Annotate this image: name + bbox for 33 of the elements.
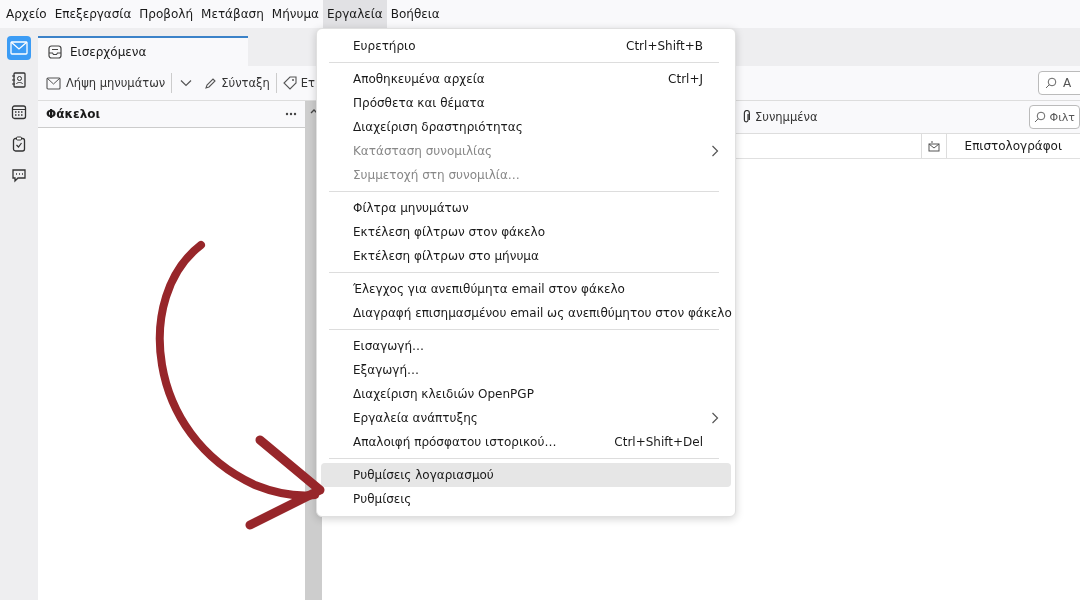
menu-item[interactable]: Ρυθμίσεις λογαριασμού	[321, 463, 731, 487]
compose-button[interactable]: Σύνταξη	[200, 72, 274, 94]
menu-item[interactable]: Απαλοιφή πρόσφατου ιστορικού… Ctrl+Shift+Del	[321, 430, 731, 454]
column-header[interactable]: Επιστολογράφοι	[945, 134, 1080, 158]
menu-item[interactable]: Εισαγωγή…	[321, 334, 731, 358]
menu-item[interactable]: Αποθηκευμένα αρχεία Ctrl+J	[321, 67, 731, 91]
menu-bar-item[interactable]: Επεξεργασία	[50, 0, 136, 28]
menu-item[interactable]: Διαγραφή επισημασμένου email ως ανεπιθύμητου στον φάκελο	[321, 301, 731, 325]
menu-bar-item[interactable]: Προβολή	[135, 0, 198, 28]
menu-bar-item[interactable]: Αρχείο	[2, 0, 51, 28]
menu-item[interactable]: Πρόσθετα και θέματα	[321, 91, 731, 115]
menu-item[interactable]: Διαχείριση δραστηριότητας	[321, 115, 731, 139]
menu-item[interactable]: Εξαγωγή…	[321, 358, 731, 382]
menu-item[interactable]: Εργαλεία ανάπτυξης	[321, 406, 731, 430]
menu-item[interactable]: Έλεγχος για ανεπιθύμητα email στον φάκελο	[321, 277, 731, 301]
menu-bar-item[interactable]: Μήνυμα	[267, 0, 323, 28]
get-messages-button[interactable]: Λήψη μηνυμάτων	[42, 72, 170, 94]
menu-bar-item[interactable]: Εργαλεία	[322, 0, 387, 28]
menu-item[interactable]: Ρυθμίσεις	[321, 487, 731, 511]
attachments-filter-button[interactable]: Συνημμένα	[738, 106, 822, 128]
menu-item[interactable]: Εκτέλεση φίλτρων στο μήνυμα	[321, 244, 731, 268]
tab-title: Εισερχόμενα	[70, 45, 147, 59]
tag-button[interactable]: Ετ	[278, 72, 319, 94]
menu-bar-item[interactable]: Βοήθεια	[386, 0, 444, 28]
menu-item[interactable]: Ευρετήριο Ctrl+Shift+B	[321, 34, 731, 58]
inbox-tab[interactable]: Εισερχόμενα	[38, 36, 248, 66]
filter-field[interactable]: Φιλτ	[1029, 105, 1080, 129]
search-field[interactable]: Α	[1038, 71, 1080, 95]
menu-item[interactable]: Διαχείριση κλειδιών OpenPGP	[321, 382, 731, 406]
menu-bar-item[interactable]: Μετάβαση	[197, 0, 268, 28]
folder-pane-title: Φάκελοι	[46, 107, 101, 121]
menu-item[interactable]: Εκτέλεση φίλτρων στον φάκελο	[321, 220, 731, 244]
menu-item[interactable]: Φίλτρα μηνυμάτων	[321, 196, 731, 220]
